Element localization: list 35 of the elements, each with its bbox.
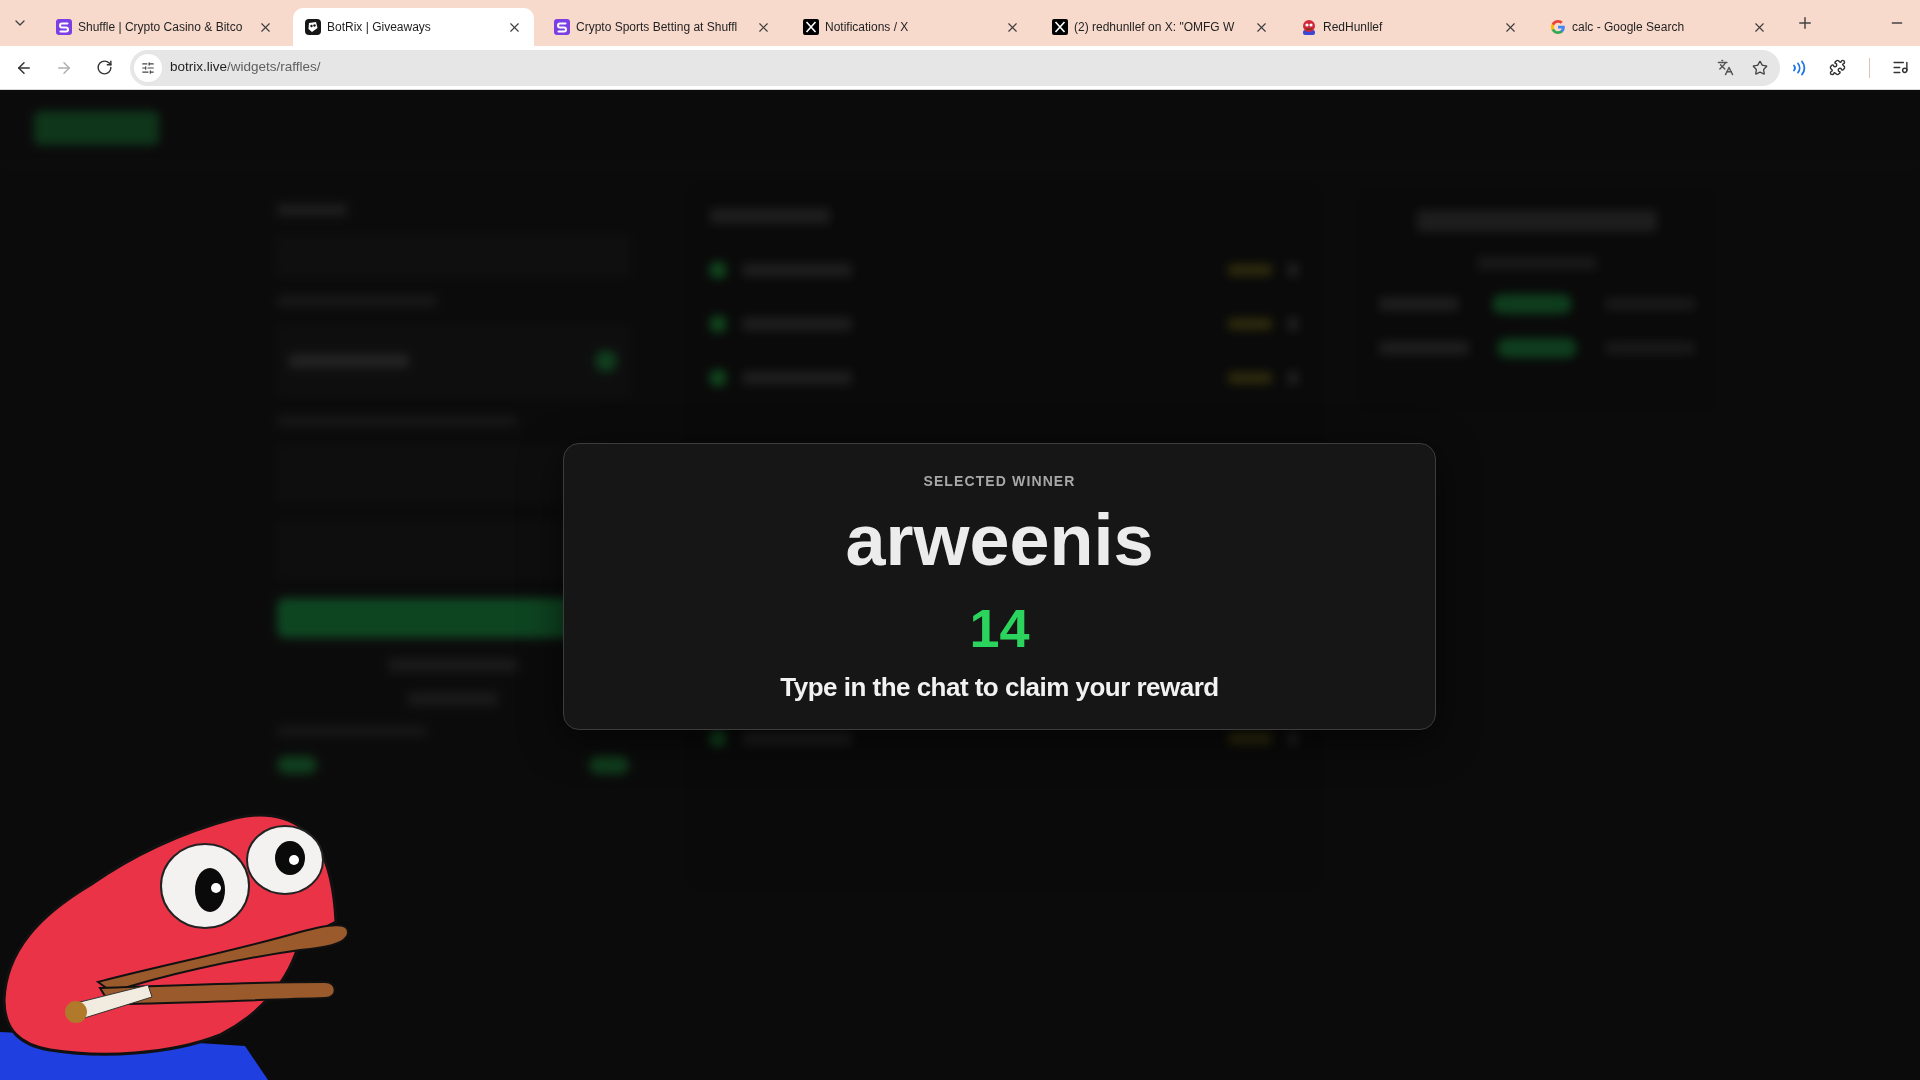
- tab-title: (2) redhunllef on X: "OMFG W: [1074, 19, 1235, 36]
- winner-name: arweenis: [845, 500, 1154, 580]
- translate-icon[interactable]: [1717, 59, 1734, 76]
- browser-tab[interactable]: (2) redhunllef on X: "OMFG W: [1040, 8, 1281, 46]
- address-field[interactable]: botrix.live/widgets/raffles/: [130, 49, 1780, 86]
- g-logo-icon: [1550, 19, 1566, 35]
- bot-logo-icon: [305, 19, 321, 35]
- new-tab-icon[interactable]: [1796, 14, 1814, 32]
- extensions-icon[interactable]: [1829, 59, 1847, 76]
- claim-instruction: Type in the chat to claim your reward: [780, 671, 1219, 703]
- tab-title: RedHunllef: [1323, 19, 1383, 36]
- url-text: botrix.live/widgets/raffles/: [170, 58, 321, 77]
- tab-title: Crypto Sports Betting at Shuffl: [576, 19, 738, 36]
- countdown-number: 14: [969, 598, 1030, 658]
- s-logo-icon: [56, 19, 72, 35]
- tab-title: BotRix | Giveaways: [327, 19, 431, 36]
- browser-tab[interactable]: BotRix | Giveaways: [293, 8, 534, 46]
- tab-title: calc - Google Search: [1572, 19, 1685, 36]
- bookmark-star-icon[interactable]: [1752, 59, 1768, 76]
- x-logo-icon: [1052, 19, 1068, 35]
- sound-waves-icon[interactable]: [1791, 59, 1808, 76]
- tab-title: Shuffle | Crypto Casino & Bitco: [78, 19, 243, 36]
- browser-tab[interactable]: Shuffle | Crypto Casino & Bitco: [44, 8, 285, 46]
- s-logo-icon: [554, 19, 570, 35]
- site-settings-icon[interactable]: [141, 60, 155, 75]
- browser-tab[interactable]: RedHunllef: [1289, 8, 1530, 46]
- reload-icon[interactable]: [95, 59, 113, 76]
- modal-heading: SELECTED WINNER: [923, 472, 1076, 490]
- tab-title: Notifications / X: [825, 19, 909, 36]
- browser-tab[interactable]: Crypto Sports Betting at Shuffl: [542, 8, 783, 46]
- browser-tab[interactable]: calc - Google Search: [1538, 8, 1779, 46]
- browser-tab[interactable]: Notifications / X: [791, 8, 1032, 46]
- avatar-icon: [1301, 19, 1317, 35]
- media-list-icon[interactable]: [1891, 59, 1909, 76]
- x-logo-icon: [803, 19, 819, 35]
